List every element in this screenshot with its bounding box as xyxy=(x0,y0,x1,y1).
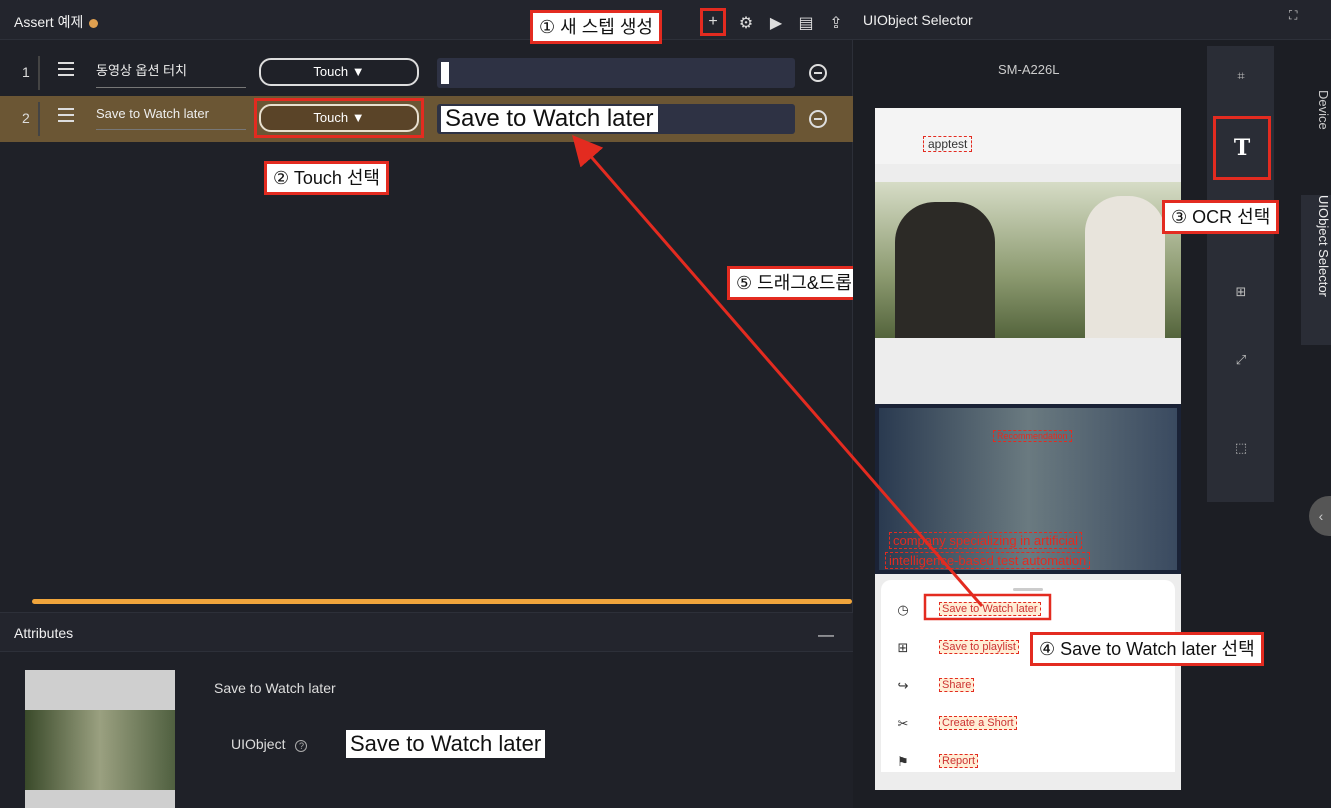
attributes-body: Save to Watch later UIObject? Save to Wa… xyxy=(0,652,853,808)
grid-select-icon[interactable]: ⊞ xyxy=(1223,274,1259,310)
step-number: 2 xyxy=(22,110,30,126)
ocr-badge: Recommendation xyxy=(993,430,1072,442)
expand-icon[interactable]: ⤢ xyxy=(1223,342,1259,378)
playlist-add-icon: ⊞ xyxy=(897,640,909,655)
callout-drag-drop: ⑤ 드래그&드롭 xyxy=(727,266,861,300)
callout-watch-later: ④ Save to Watch later 선택 xyxy=(1030,632,1264,666)
video-thumbnail-2: Recommendation company specializing in a… xyxy=(875,404,1181,574)
sheet-item-label: Create a Short xyxy=(939,716,1017,730)
ocr-search-text: apptest xyxy=(923,136,973,152)
options-sheet: ◷ Save to Watch later ⊞ Save to playlist ↪… xyxy=(881,580,1175,772)
step-value-field[interactable]: Save to Watch later xyxy=(437,104,795,134)
collapse-button[interactable]: — xyxy=(818,627,834,645)
unsaved-dot xyxy=(89,18,99,28)
sheet-handle xyxy=(1013,588,1043,591)
clock-icon: ◷ xyxy=(897,602,909,617)
person-2 xyxy=(1085,196,1165,338)
screen-link-icon[interactable]: ⛶ xyxy=(1289,8,1313,32)
uiobject-value: Save to Watch later xyxy=(346,730,546,758)
scenario-title: Assert 예제 xyxy=(14,12,99,32)
plus-icon[interactable]: + xyxy=(700,8,726,36)
app-window: Assert 예제 + ⚙ ▶ ▤ ⇪ ① 새 스텝 생성 1 동영상 옵션 터… xyxy=(0,0,1331,808)
uiobject-selector-panel: UIObject Selector ⛶ SM-A226L apptest Rec… xyxy=(853,0,1331,808)
step-value-field[interactable] xyxy=(437,58,795,88)
drag-handle-icon[interactable] xyxy=(58,108,74,122)
device-name: SM-A226L xyxy=(998,62,1060,77)
sheet-item-label: Report xyxy=(939,754,979,768)
attribute-name: Save to Watch later xyxy=(214,680,336,696)
sheet-item-share[interactable]: ↪ Share xyxy=(895,676,1165,700)
step-row[interactable]: 2 Save to Watch later Touch ▼ Save to Wa… xyxy=(0,96,853,142)
ocr-video-text-1: company specializing in artificial xyxy=(889,532,1082,549)
help-icon[interactable]: ? xyxy=(295,740,308,752)
upload-icon[interactable]: ⇪ xyxy=(826,13,846,33)
phone-search-bar: apptest xyxy=(875,128,1181,164)
device-screen[interactable]: apptest Recommendation company specializ… xyxy=(875,108,1181,790)
video-thumbnail-1 xyxy=(875,182,1181,338)
video-info xyxy=(875,338,1181,404)
save-icon[interactable]: ▤ xyxy=(796,13,816,33)
shorts-icon: ✂ xyxy=(897,716,909,731)
step-label[interactable]: 동영상 옵션 터치 xyxy=(96,60,246,88)
callout-ocr: ③ OCR 선택 xyxy=(1162,200,1280,234)
flag-icon: ⚑ xyxy=(897,754,909,769)
highlight-touch xyxy=(254,98,424,138)
uiobject-label-text: UIObject xyxy=(231,736,286,752)
share-icon: ↪ xyxy=(897,678,909,693)
selector-title: UIObject Selector xyxy=(863,12,973,28)
uiobject-label: UIObject? xyxy=(231,736,308,752)
resize-splitter[interactable] xyxy=(32,599,852,604)
gear-icon[interactable]: ⚙ xyxy=(736,13,756,33)
screenshot-thumbnail xyxy=(25,670,175,808)
step-divider xyxy=(38,56,40,90)
sheet-item-label: Share xyxy=(939,678,975,692)
attributes-header: Attributes — xyxy=(0,612,853,652)
sheet-item-label: Save to Watch later xyxy=(939,602,1041,616)
sheet-item-report[interactable]: ⚑ Report xyxy=(895,752,1165,776)
selector-header: UIObject Selector ⛶ xyxy=(853,0,1331,40)
person-1 xyxy=(895,202,995,338)
sheet-item-label: Save to playlist xyxy=(939,640,1019,654)
chevron-left-icon[interactable]: ‹ xyxy=(1309,496,1331,536)
step-divider xyxy=(38,102,40,136)
remove-step-icon[interactable] xyxy=(809,64,827,82)
scenario-title-text: Assert 예제 xyxy=(14,14,84,30)
scenario-header: Assert 예제 + ⚙ ▶ ▤ ⇪ ① 새 스텝 생성 xyxy=(0,0,853,44)
sheet-item-short[interactable]: ✂ Create a Short xyxy=(895,714,1165,738)
step-value-text: Save to Watch later xyxy=(441,106,658,132)
tab-device[interactable]: Device xyxy=(1301,90,1331,200)
toolbar: + ⚙ ▶ ▤ ⇪ xyxy=(700,8,846,36)
callout-touch: ② Touch 선택 xyxy=(264,161,389,195)
sheet-item-watch-later[interactable]: ◷ Save to Watch later xyxy=(895,600,1165,624)
selector-tools: ⌗ T ⊞ ⤢ ⬚ xyxy=(1207,46,1274,502)
thumbnail-image xyxy=(25,710,175,790)
tab-uiobject-selector[interactable]: UIObject Selector xyxy=(1301,195,1331,345)
drag-handle-icon[interactable] xyxy=(58,62,74,76)
play-icon[interactable]: ▶ xyxy=(766,13,786,33)
more-icon[interactable] xyxy=(441,62,449,84)
object-select-icon[interactable]: ⌗ xyxy=(1223,58,1259,94)
remove-step-icon[interactable] xyxy=(809,110,827,128)
step-number: 1 xyxy=(22,64,30,80)
ocr-text-icon[interactable]: T xyxy=(1213,116,1271,180)
action-dropdown[interactable]: Touch ▼ xyxy=(259,58,419,86)
callout-new-step: ① 새 스텝 생성 xyxy=(530,10,662,44)
attributes-title: Attributes xyxy=(14,625,74,641)
step-row[interactable]: 1 동영상 옵션 터치 Touch ▼ xyxy=(0,50,853,96)
step-label[interactable]: Save to Watch later xyxy=(96,106,246,130)
phone-status-bar xyxy=(875,108,1181,128)
region-select-icon[interactable]: ⬚ xyxy=(1223,430,1259,466)
ocr-video-text-2: intelligence-based test automation xyxy=(885,552,1091,569)
scenario-panel: Assert 예제 + ⚙ ▶ ▤ ⇪ ① 새 스텝 생성 1 동영상 옵션 터… xyxy=(0,0,861,808)
